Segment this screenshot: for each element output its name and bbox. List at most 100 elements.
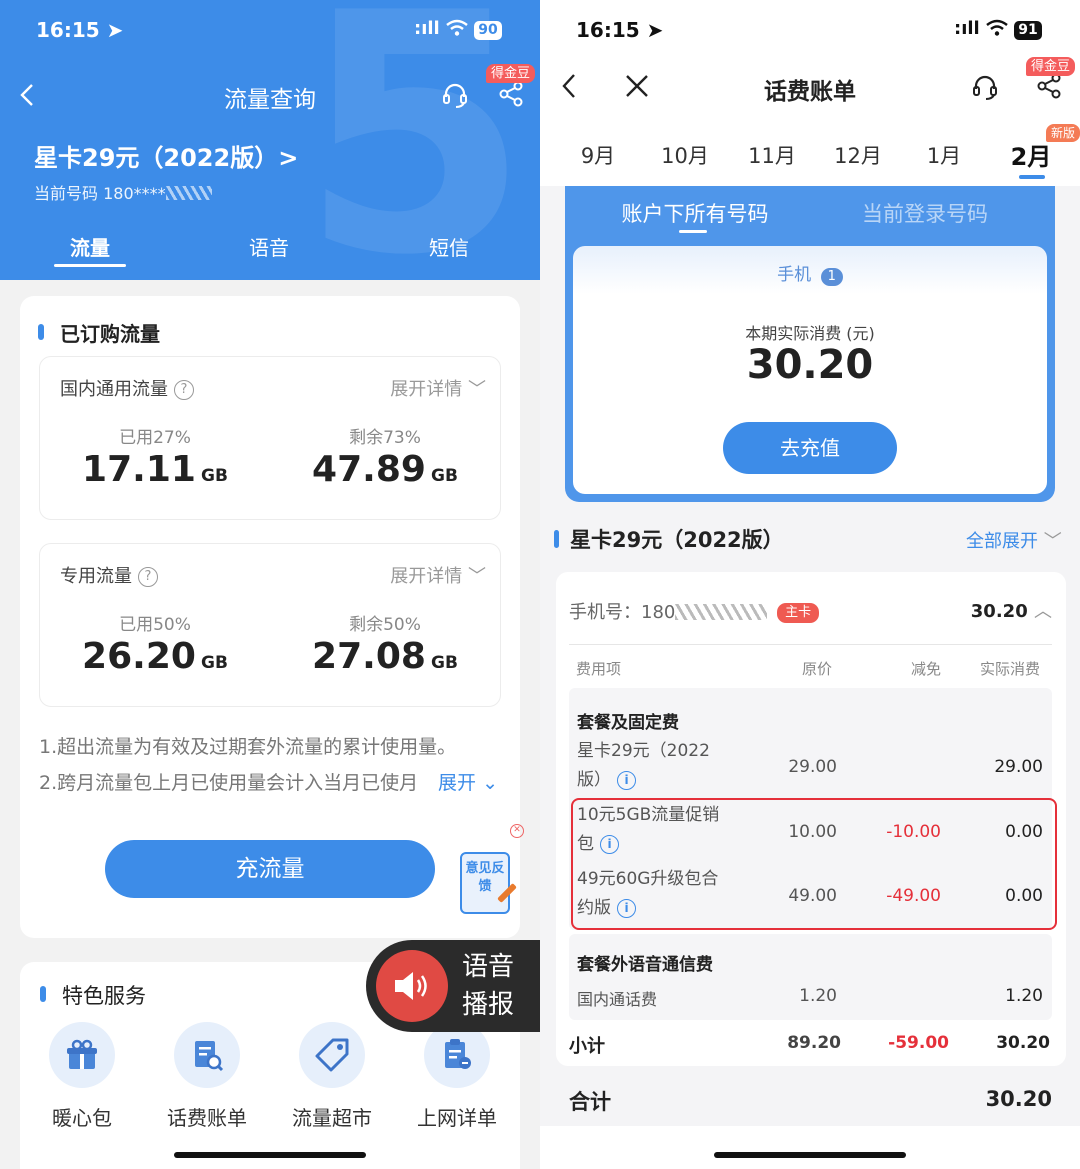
- phone-number: 手机号：180 主卡: [569, 598, 820, 624]
- section-marker: [38, 324, 44, 340]
- month-tab-oct[interactable]: 10月: [650, 140, 720, 170]
- info-icon[interactable]: i: [600, 835, 619, 854]
- subtotal-actual: 30.20: [996, 1033, 1050, 1053]
- domestic-remain-value: 47.89 GB: [312, 449, 458, 490]
- fee-actual: 1.20: [1005, 986, 1043, 1006]
- gift-icon: [65, 1038, 99, 1072]
- voice-broadcast-label: 语音播报: [462, 952, 515, 1020]
- domestic-traffic-box: 国内通用流量? 展开详情 ﹀ 已用27% 17.11 GB 剩余73% 47.8…: [39, 356, 501, 520]
- tab-all-numbers[interactable]: 账户下所有号码: [605, 198, 785, 228]
- fee-orig: 29.00: [788, 757, 837, 777]
- tab-voice[interactable]: 语音: [219, 232, 319, 261]
- wifi-icon: [446, 19, 468, 37]
- special-traffic-box: 专用流量? 展开详情 ﹀ 已用50% 26.20 GB 剩余50% 27.08 …: [39, 543, 501, 707]
- month-tab-feb[interactable]: 2月: [996, 137, 1066, 172]
- service-traffic-market[interactable]: 流量超市: [282, 1022, 382, 1131]
- fee-discount: -49.00: [886, 886, 941, 906]
- tab-sms[interactable]: 短信: [399, 232, 499, 261]
- tab-traffic[interactable]: 流量: [40, 232, 140, 261]
- expand-all-link[interactable]: 全部展开 ﹀: [966, 527, 1062, 553]
- domestic-expand[interactable]: 展开详情 ﹀: [390, 375, 486, 401]
- month-tab-sep[interactable]: 9月: [563, 140, 633, 170]
- account-tab-indicator: [679, 230, 707, 233]
- service-warm-pack[interactable]: 暖心包: [32, 1022, 132, 1131]
- section-marker: [554, 530, 559, 548]
- feedback-label: 意见反馈: [465, 861, 505, 894]
- service-bill[interactable]: 话费账单: [157, 1022, 257, 1131]
- gold-bean-badge[interactable]: 得金豆: [1026, 57, 1076, 76]
- note-expand-link[interactable]: 展开 ⌄: [438, 768, 498, 795]
- fee-orig: 10.00: [788, 822, 837, 842]
- service-data-detail[interactable]: 上网详单: [407, 1022, 507, 1131]
- home-indicator: [714, 1152, 906, 1158]
- status-time: 16:15 ➤: [576, 18, 664, 42]
- status-icons: :ıll 91: [954, 18, 1042, 40]
- gold-bean-badge[interactable]: 得金豆: [486, 64, 536, 83]
- total-row: 合计 30.20: [540, 1070, 1080, 1130]
- bill-detail-card: 手机号：180 主卡 30.20 ︿ 费用项 原价 减免 实际消费 套餐及固定费…: [556, 572, 1066, 1066]
- status-time: 16:15 ➤: [36, 18, 124, 42]
- consumption-summary: 手机 1 本期实际消费 (元) 30.20 去充值: [573, 246, 1047, 494]
- chevron-down-icon: ﹀: [468, 379, 486, 400]
- voice-broadcast-button[interactable]: 语音播报: [366, 940, 540, 1032]
- close-feedback-icon[interactable]: ✕: [510, 824, 524, 838]
- main-card-badge: 主卡: [777, 603, 820, 623]
- fee-actual: 0.00: [1005, 886, 1043, 906]
- month-tab-dec[interactable]: 12月: [823, 140, 893, 170]
- section-title: 已订购流量: [60, 322, 160, 346]
- battery-icon: 90: [474, 21, 502, 40]
- fee-actual: 29.00: [994, 757, 1043, 777]
- bill-header: 16:15 ➤ :ıll 91 话费账单 得金豆 9月 10月 11月 12月 …: [540, 0, 1080, 186]
- domestic-remain-label: 剩余73%: [349, 428, 421, 448]
- group-title: 套餐及固定费: [577, 713, 679, 733]
- speaker-icon: [376, 950, 448, 1022]
- info-icon[interactable]: i: [617, 771, 636, 790]
- headset-icon[interactable]: [440, 80, 470, 110]
- month-tab-jan[interactable]: 1月: [909, 140, 979, 170]
- share-icon[interactable]: [1036, 72, 1064, 100]
- headset-icon[interactable]: [970, 72, 1000, 102]
- phone-count-badge: 1: [820, 268, 843, 286]
- share-icon[interactable]: [498, 80, 526, 108]
- recharge-traffic-button[interactable]: 充流量: [105, 840, 435, 898]
- special-used-value: 26.20 GB: [82, 636, 228, 677]
- left-screen: 5G 16:15 ➤ :ıll 90 流量查询 得金豆 星卡29元（2022版）…: [0, 0, 540, 1169]
- note-2: 2.跨月流量包上月已使用量会计入当月已使月: [39, 772, 419, 794]
- domestic-used-label: 已用27%: [119, 428, 191, 448]
- divider: [569, 644, 1052, 645]
- help-icon[interactable]: ?: [138, 567, 158, 587]
- feedback-button[interactable]: 意见反馈: [460, 852, 510, 914]
- home-indicator: [174, 1152, 366, 1158]
- info-icon[interactable]: i: [617, 899, 636, 918]
- special-expand[interactable]: 展开详情 ﹀: [390, 562, 486, 588]
- fee-row-plan-name: 星卡29元（2022 版） i: [577, 741, 710, 790]
- fee-orig: 49.00: [788, 886, 837, 906]
- plan-name[interactable]: 星卡29元（2022版）>: [34, 138, 298, 173]
- note-1: 1.超出流量为有效及过期套外流量的累计使用量。: [39, 736, 457, 758]
- right-screen: 16:15 ➤ :ıll 91 话费账单 得金豆 9月 10月 11月 12月 …: [540, 0, 1080, 1169]
- domestic-used-value: 17.11 GB: [82, 449, 228, 490]
- clipboard-icon: [440, 1038, 474, 1072]
- status-icons: :ıll 90: [414, 18, 502, 40]
- traffic-header: 5G 16:15 ➤ :ıll 90 流量查询 得金豆 星卡29元（2022版）…: [0, 0, 540, 280]
- voice-fee-group: 套餐外语音通信费 国内通话费 1.20 1.20: [569, 934, 1052, 1020]
- chevron-down-icon: ⌄: [482, 772, 498, 794]
- tab-active-indicator: [54, 264, 126, 267]
- group-title: 套餐外语音通信费: [577, 955, 713, 975]
- phone-tab[interactable]: 手机 1: [573, 260, 1047, 286]
- actual-consumption-amount: 30.20: [746, 342, 874, 388]
- tag-icon: [313, 1036, 351, 1074]
- domestic-title: 国内通用流量?: [60, 375, 194, 401]
- special-remain-label: 剩余50%: [349, 615, 421, 635]
- new-version-badge: 新版: [1046, 124, 1080, 142]
- month-tab-nov[interactable]: 11月: [737, 140, 807, 170]
- top-up-button[interactable]: 去充值: [723, 422, 897, 474]
- fee-row-promo-10: 10元5GB流量促销包 i: [577, 805, 720, 854]
- current-number: 当前号码 180****: [34, 180, 212, 204]
- phone-total[interactable]: 30.20 ︿: [971, 597, 1052, 623]
- help-icon[interactable]: ?: [174, 380, 194, 400]
- wifi-icon: [986, 19, 1008, 37]
- masked-number: [675, 604, 768, 620]
- special-title: 专用流量?: [60, 562, 158, 588]
- tab-current-number[interactable]: 当前登录号码: [835, 198, 1015, 228]
